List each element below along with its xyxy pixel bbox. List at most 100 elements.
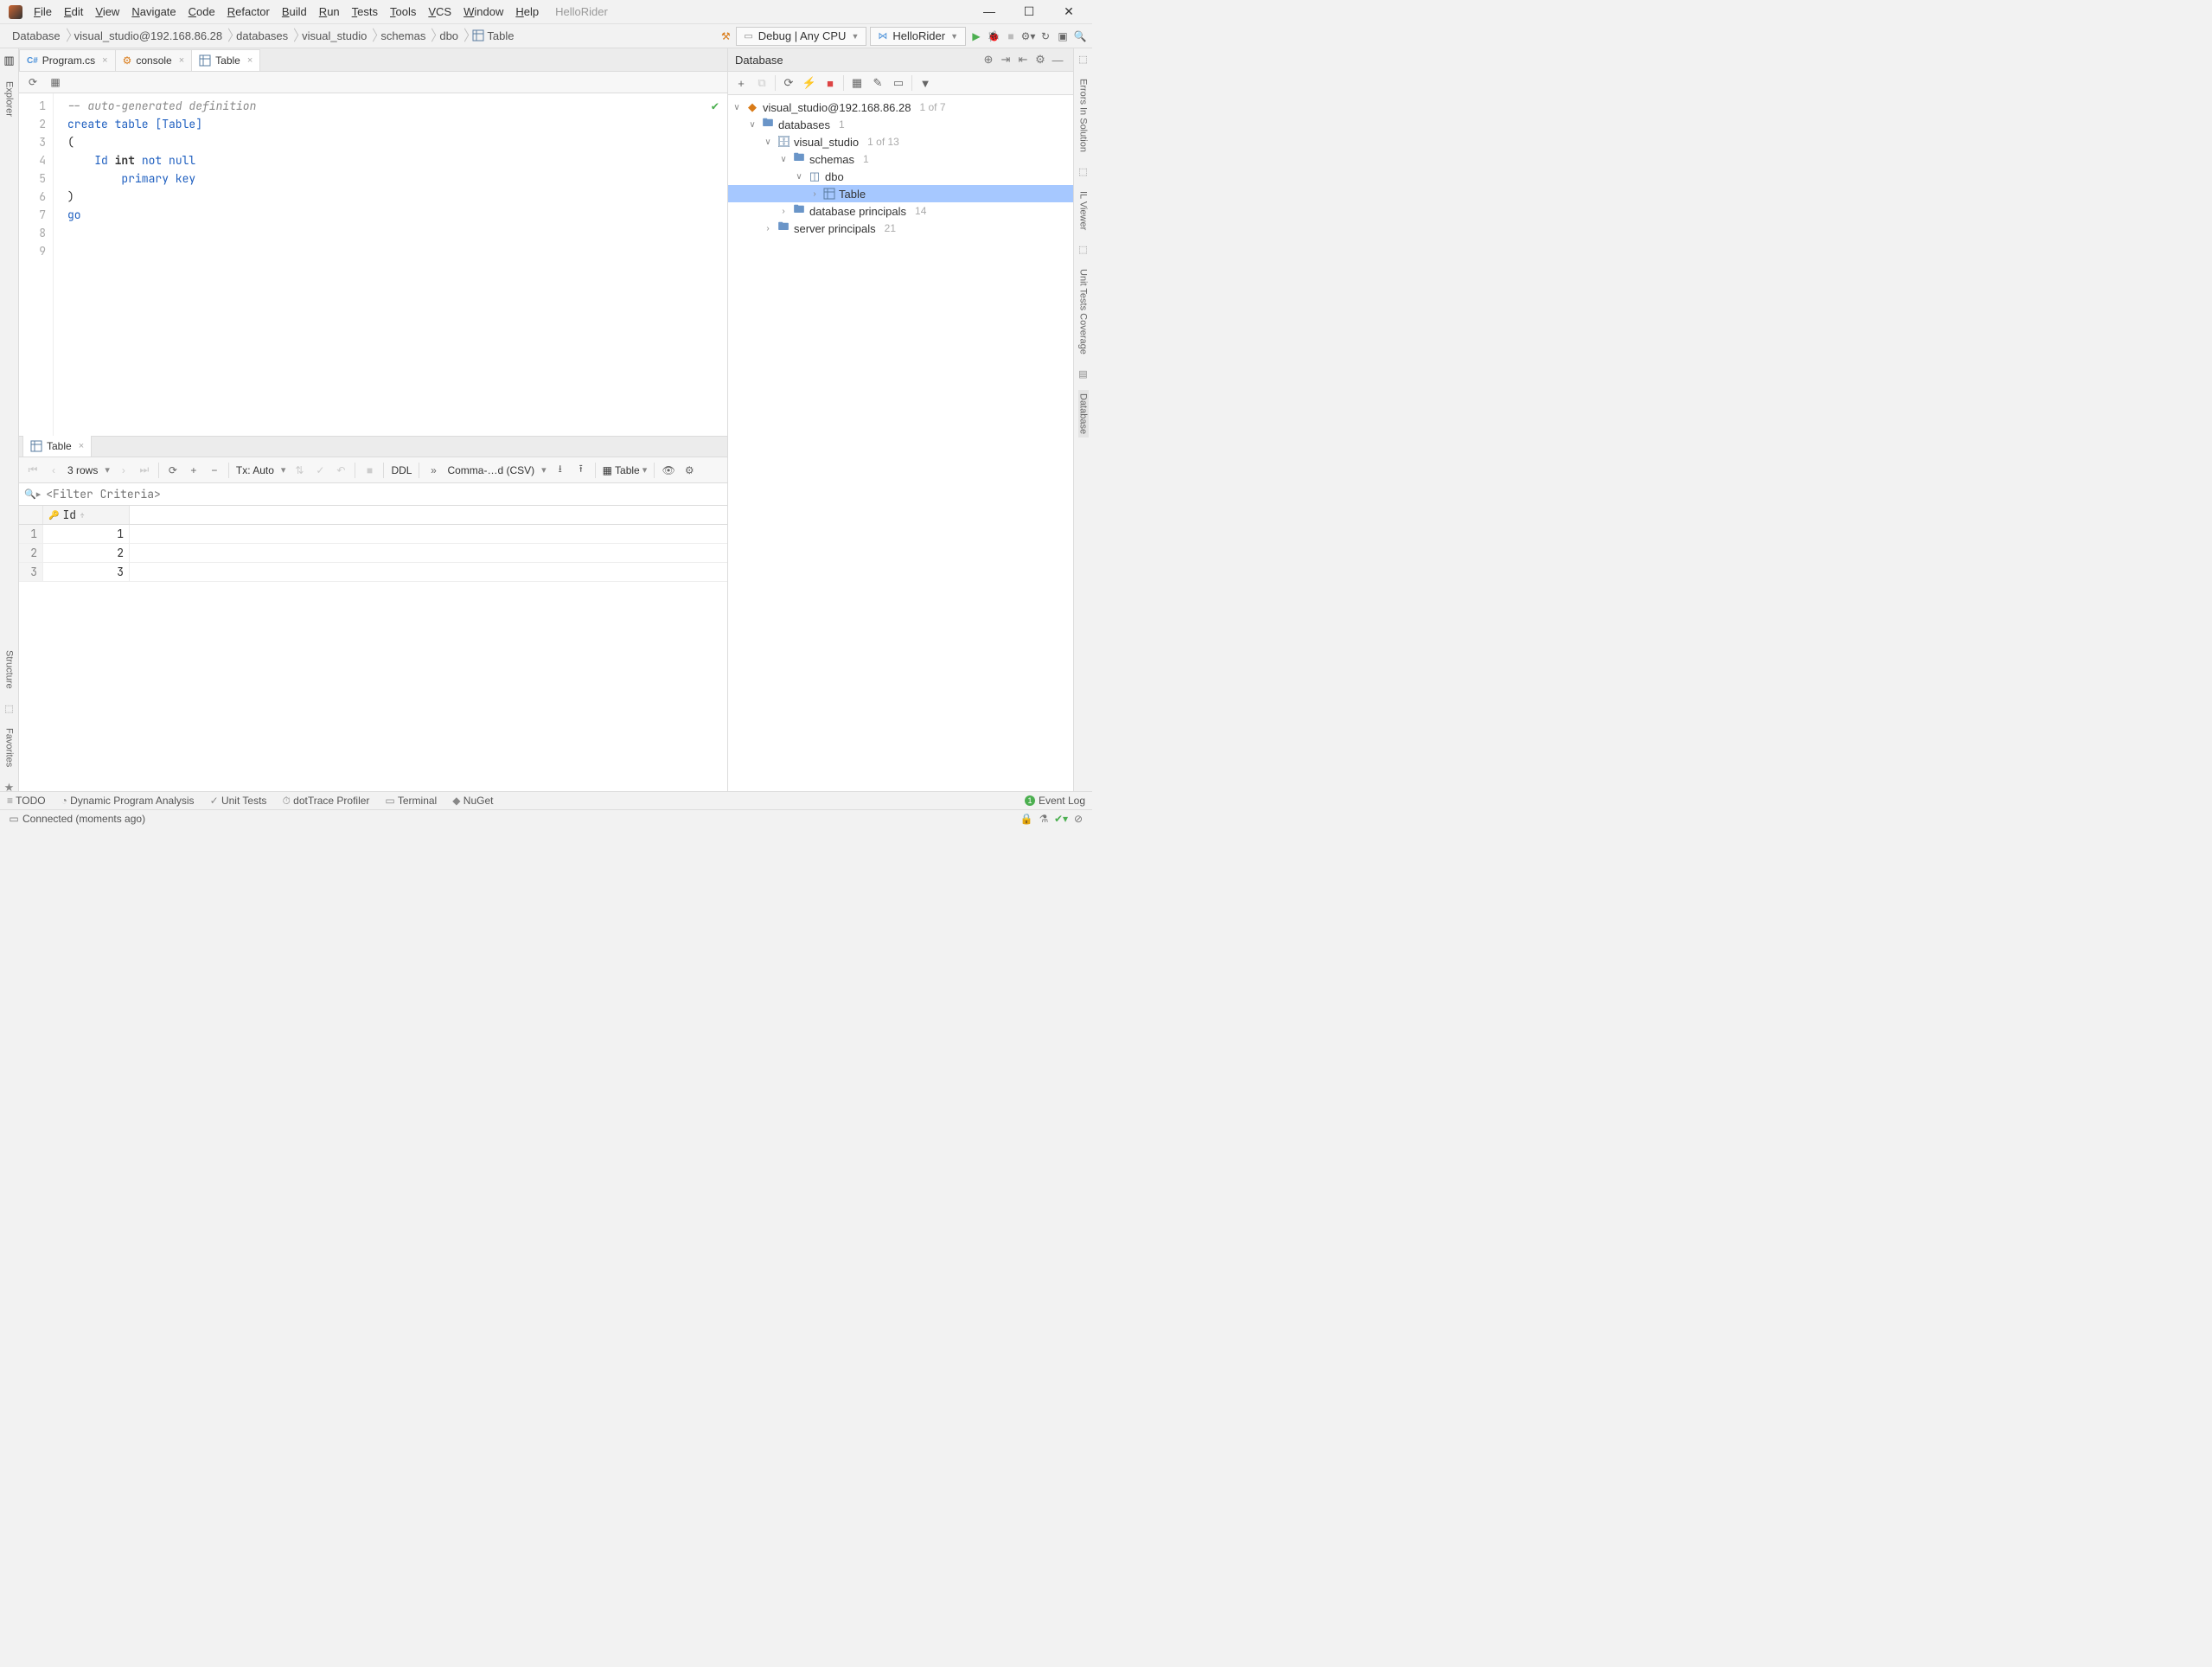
- editor-tab-table[interactable]: Table×: [191, 49, 260, 71]
- refresh-icon[interactable]: ⟳: [26, 75, 40, 89]
- upload-icon[interactable]: ⭱: [574, 463, 588, 477]
- breadcrumb[interactable]: Databasevisual_studio@192.168.86.28datab…: [5, 29, 521, 42]
- maximize-button[interactable]: ☐: [1009, 4, 1049, 19]
- export-icon[interactable]: »: [426, 463, 440, 477]
- il-viewer-tab[interactable]: IL Viewer: [1078, 188, 1089, 233]
- crumb-6[interactable]: Table: [465, 29, 521, 42]
- structure-tab[interactable]: Structure: [4, 647, 15, 693]
- filter-input[interactable]: [46, 487, 722, 501]
- tree-item-visual_studio[interactable]: ∨🗄visual_studio1 of 13: [728, 133, 1073, 150]
- delete-row-icon[interactable]: −: [208, 463, 221, 477]
- add-row-icon[interactable]: +: [187, 463, 201, 477]
- duplicate-icon[interactable]: ⧉: [754, 76, 770, 90]
- next-page-icon[interactable]: ›: [117, 463, 131, 477]
- event-log-button[interactable]: 1 Event Log: [1025, 795, 1085, 807]
- reload-icon[interactable]: ↻: [1039, 29, 1052, 43]
- menu-build[interactable]: Build: [276, 3, 313, 20]
- edit-icon[interactable]: ✎: [870, 76, 885, 90]
- menu-tests[interactable]: Tests: [346, 3, 384, 20]
- editor-tab-program.cs[interactable]: C#Program.cs×: [19, 49, 116, 71]
- inspection-icon[interactable]: ✔▾: [1052, 813, 1070, 825]
- il-icon[interactable]: ⬚: [1078, 166, 1087, 177]
- preview-icon[interactable]: 👁: [662, 463, 675, 477]
- crumb-2[interactable]: databases: [229, 29, 295, 42]
- panel-settings-icon[interactable]: ⚙: [1032, 53, 1049, 67]
- hide-panel-icon[interactable]: —: [1049, 54, 1066, 67]
- tx-mode-label[interactable]: Tx: Auto: [236, 464, 274, 476]
- memory-icon[interactable]: ⊘: [1070, 813, 1087, 825]
- menu-edit[interactable]: Edit: [58, 3, 89, 20]
- table-row[interactable]: 33: [19, 563, 727, 582]
- download-icon[interactable]: ⭳: [553, 463, 567, 477]
- bottom-tool-nuget[interactable]: ◆ NuGet: [452, 795, 493, 807]
- tree-item-database-principals[interactable]: ›🖿database principals14: [728, 202, 1073, 220]
- first-page-icon[interactable]: ⏮: [26, 463, 40, 477]
- menu-vcs[interactable]: VCS: [422, 3, 457, 20]
- crumb-1[interactable]: visual_studio@192.168.86.28: [67, 29, 230, 42]
- close-data-tab-icon[interactable]: ×: [79, 441, 84, 451]
- database-tab[interactable]: Database: [1078, 390, 1089, 438]
- submit-icon[interactable]: ✓: [313, 463, 327, 477]
- build-icon[interactable]: ⚒: [719, 29, 732, 43]
- csv-format-label[interactable]: Comma-…d (CSV): [447, 464, 534, 476]
- expand-icon[interactable]: ⇤: [1014, 53, 1032, 67]
- search-icon[interactable]: 🔍: [1073, 29, 1087, 43]
- revert-icon[interactable]: ↶: [334, 463, 348, 477]
- reload-rows-icon[interactable]: ⟳: [166, 463, 180, 477]
- crumb-4[interactable]: schemas: [374, 29, 432, 42]
- run-query-icon[interactable]: ⚡: [802, 76, 817, 90]
- bottom-tool-dottrace-profiler[interactable]: ⏱ dotTrace Profiler: [282, 795, 369, 808]
- stop-icon[interactable]: ■: [1004, 29, 1018, 43]
- tree-item-Table[interactable]: ›Table: [728, 185, 1073, 202]
- menu-code[interactable]: Code: [182, 3, 221, 20]
- commit-icon[interactable]: ⇅: [292, 463, 306, 477]
- last-page-icon[interactable]: ⏭: [137, 463, 151, 477]
- table-view-icon[interactable]: ▦: [48, 75, 62, 89]
- add-datasource-icon[interactable]: +: [733, 77, 749, 90]
- menu-run[interactable]: Run: [313, 3, 346, 20]
- prev-page-icon[interactable]: ‹: [47, 463, 61, 477]
- structure-icon[interactable]: ⬚: [4, 703, 13, 714]
- menu-help[interactable]: Help: [509, 3, 545, 20]
- column-header-id[interactable]: 🔑 Id ÷: [43, 506, 130, 524]
- stop-query-icon[interactable]: ■: [362, 463, 376, 477]
- code-editor[interactable]: 123456789 -- auto-generated definitioncr…: [19, 93, 727, 436]
- crumb-5[interactable]: dbo: [432, 29, 465, 42]
- tree-item-schemas[interactable]: ∨🖿schemas1: [728, 150, 1073, 168]
- debug-icon[interactable]: 🐞: [987, 29, 1001, 43]
- tree-item-dbo[interactable]: ∨◫dbo: [728, 168, 1073, 185]
- explorer-tab[interactable]: Explorer: [4, 78, 15, 120]
- menu-file[interactable]: File: [28, 3, 58, 20]
- run-config-combo[interactable]: ▭ Debug | Any CPU ▼: [736, 27, 866, 46]
- bottom-tool-dynamic-program-analysis[interactable]: ◔ Dynamic Program Analysis: [61, 795, 195, 807]
- crumb-0[interactable]: Database: [5, 29, 67, 42]
- menu-refactor[interactable]: Refactor: [221, 3, 276, 20]
- run-icon[interactable]: ▶: [969, 29, 983, 43]
- tool-window-list-icon[interactable]: ▭: [5, 813, 22, 825]
- errors-tab[interactable]: Errors In Solution: [1078, 75, 1089, 156]
- bottom-tool-todo[interactable]: ≡ TODO: [7, 795, 46, 807]
- tree-root[interactable]: ∨◆visual_studio@192.168.86.281 of 7: [728, 99, 1073, 116]
- editor-tab-console[interactable]: ⚙console×: [115, 49, 193, 71]
- ddl-button[interactable]: DDL: [391, 464, 412, 476]
- table-editor-icon[interactable]: ▦: [849, 76, 865, 90]
- menu-view[interactable]: View: [89, 3, 125, 20]
- menu-navigate[interactable]: Navigate: [125, 3, 182, 20]
- process-icon[interactable]: ⚗: [1035, 813, 1052, 825]
- data-tab-table[interactable]: Table ×: [22, 435, 92, 457]
- project-combo[interactable]: ⋈ HelloRider ▼: [870, 27, 966, 46]
- more-actions-icon[interactable]: ⚙▾: [1021, 29, 1035, 43]
- layout-icon[interactable]: ▣: [1056, 29, 1070, 43]
- target-icon[interactable]: ⊕: [980, 53, 997, 67]
- menu-tools[interactable]: Tools: [384, 3, 422, 20]
- filter-tree-icon[interactable]: ▼: [917, 77, 933, 90]
- stop-db-icon[interactable]: ■: [822, 77, 838, 90]
- sync-icon[interactable]: ⟳: [781, 76, 796, 90]
- minimize-button[interactable]: —: [969, 4, 1009, 19]
- settings-icon[interactable]: ⚙: [682, 463, 696, 477]
- menu-window[interactable]: Window: [457, 3, 509, 20]
- lock-icon[interactable]: 🔒: [1018, 813, 1035, 825]
- errors-icon[interactable]: ⬚: [1078, 54, 1087, 65]
- table-row[interactable]: 22: [19, 544, 727, 563]
- bottom-tool-unit-tests[interactable]: ✓ Unit Tests: [210, 795, 267, 807]
